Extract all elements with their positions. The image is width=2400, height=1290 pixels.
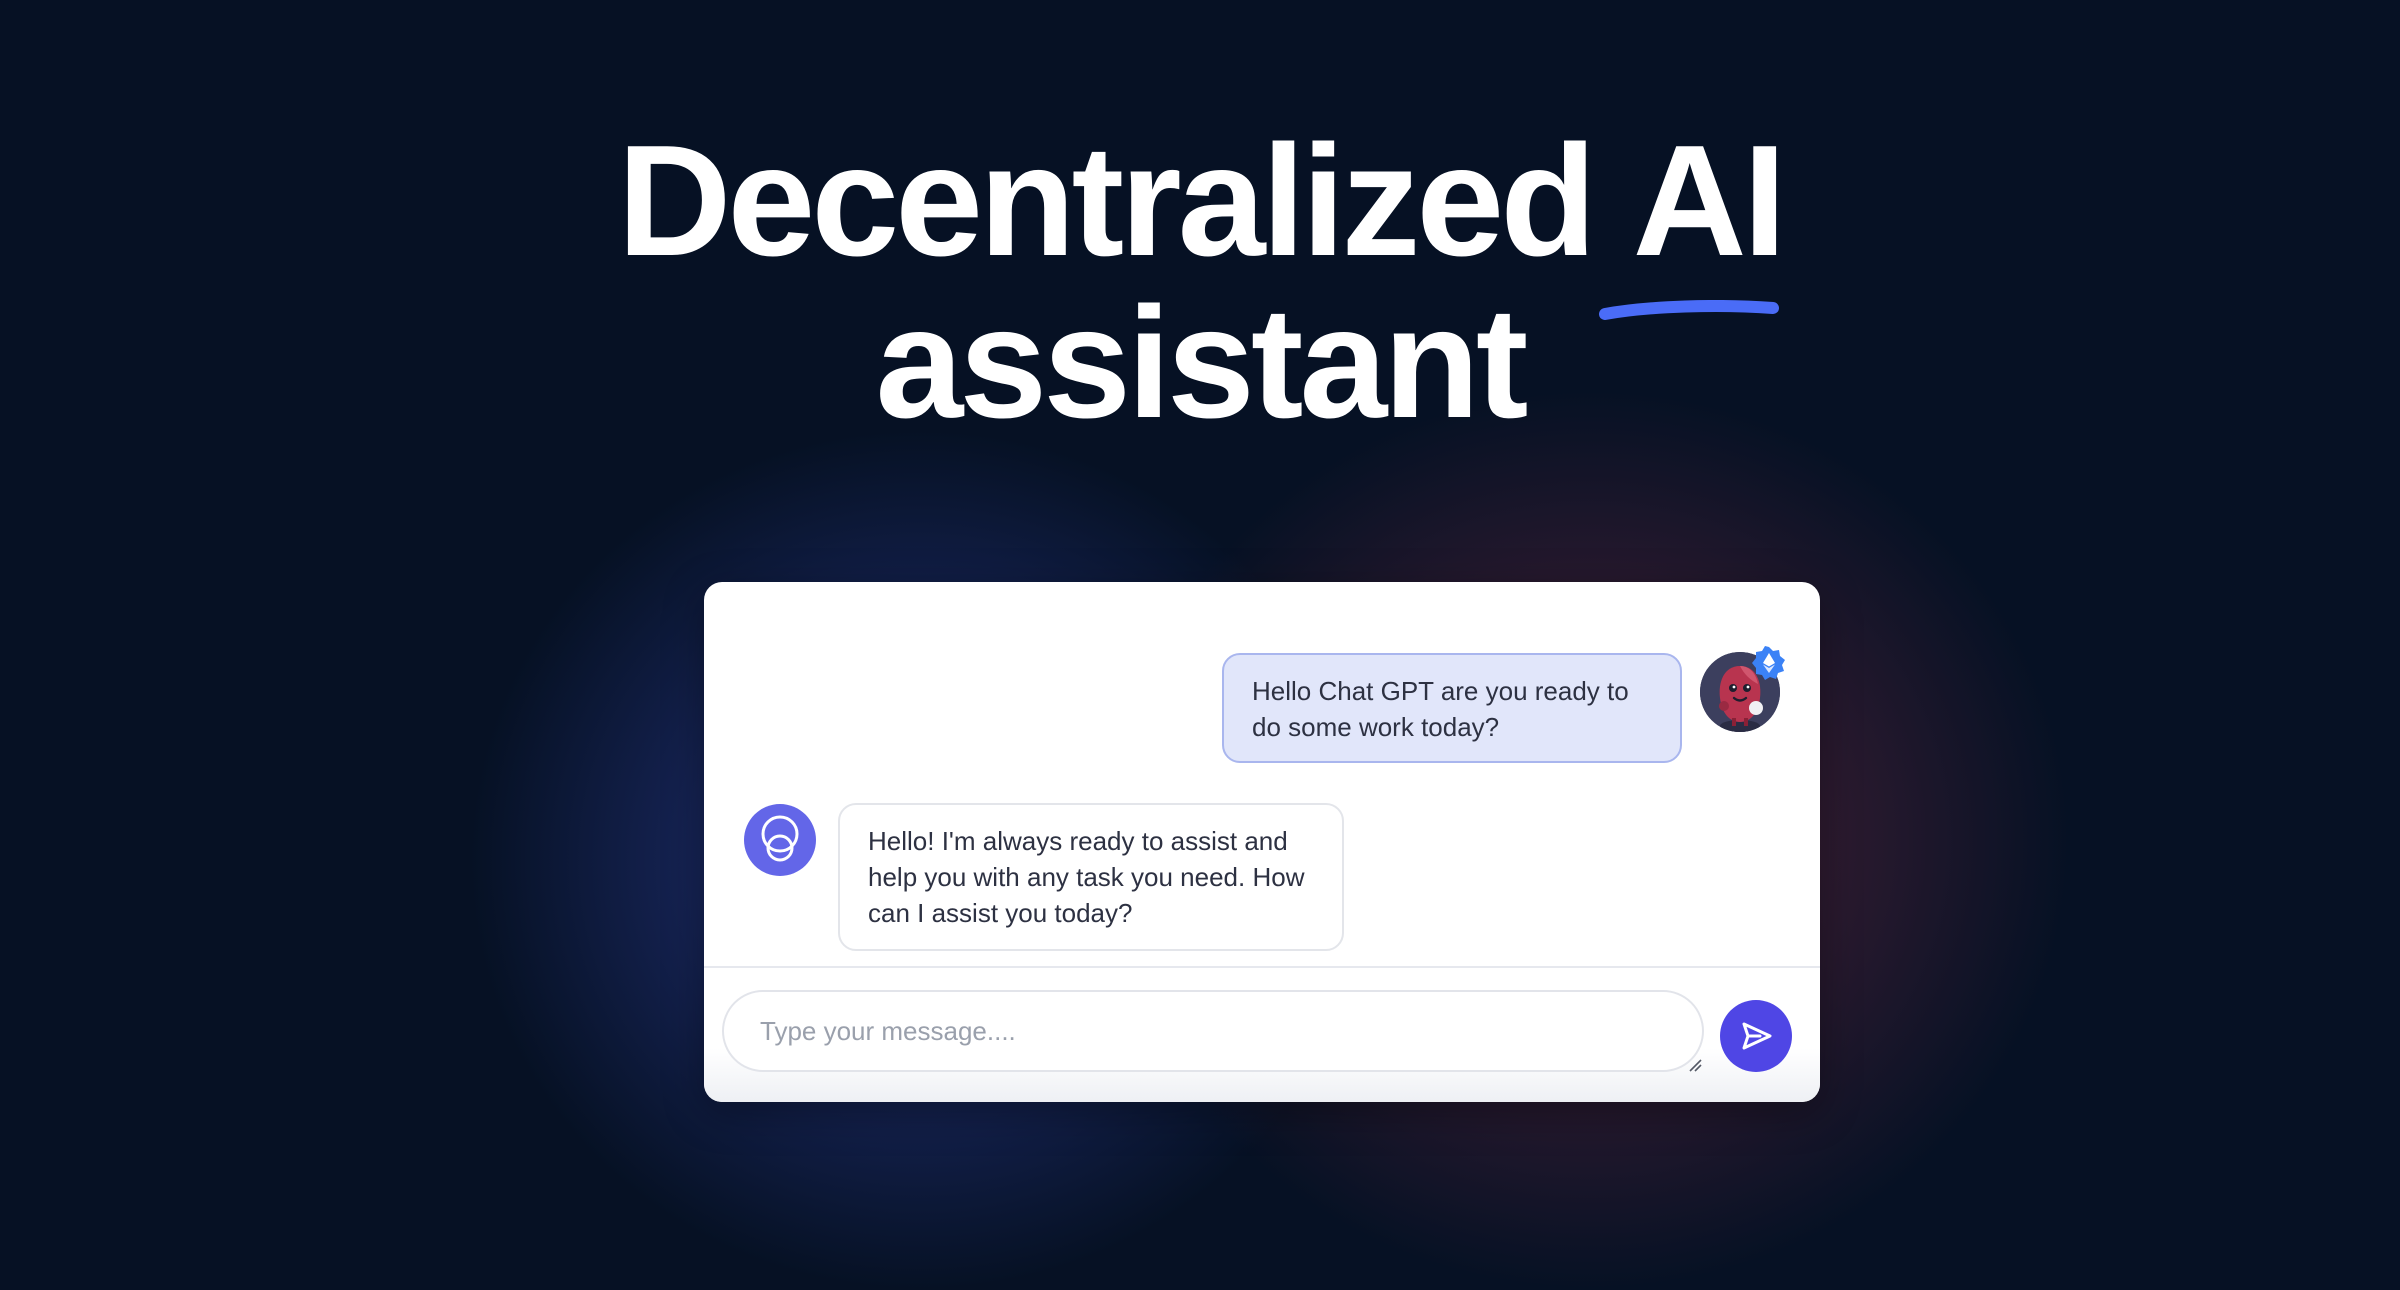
hero-title-line-1: Decentralized AI — [0, 120, 2400, 320]
hero-title-word: Decentralized — [617, 113, 1596, 289]
assistant-avatar — [744, 804, 816, 876]
message-input[interactable] — [722, 990, 1704, 1072]
paper-plane-icon — [1742, 1022, 1772, 1050]
assistant-message-bubble: Hello! I'm always ready to assist and he… — [838, 803, 1344, 951]
highlight-underline-icon — [1598, 300, 1779, 320]
message-composer — [704, 966, 1820, 1102]
assistant-logo-icon — [761, 815, 799, 862]
hero-title: Decentralized AI assistant — [0, 120, 2400, 444]
send-button[interactable] — [1720, 1000, 1792, 1072]
user-message-bubble: Hello Chat GPT are you ready to do some … — [1222, 653, 1682, 763]
ethereum-verified-badge-icon — [1752, 646, 1785, 680]
chat-window: Hello Chat GPT are you ready to do some … — [704, 582, 1820, 1102]
resize-handle-icon[interactable] — [1686, 1056, 1702, 1072]
hero-title-line-2: assistant — [875, 275, 1528, 451]
hero-title-highlight: AI — [1598, 120, 1787, 320]
message-list: Hello Chat GPT are you ready to do some … — [704, 582, 1820, 968]
hero-title-highlight-text: AI — [1632, 113, 1787, 289]
